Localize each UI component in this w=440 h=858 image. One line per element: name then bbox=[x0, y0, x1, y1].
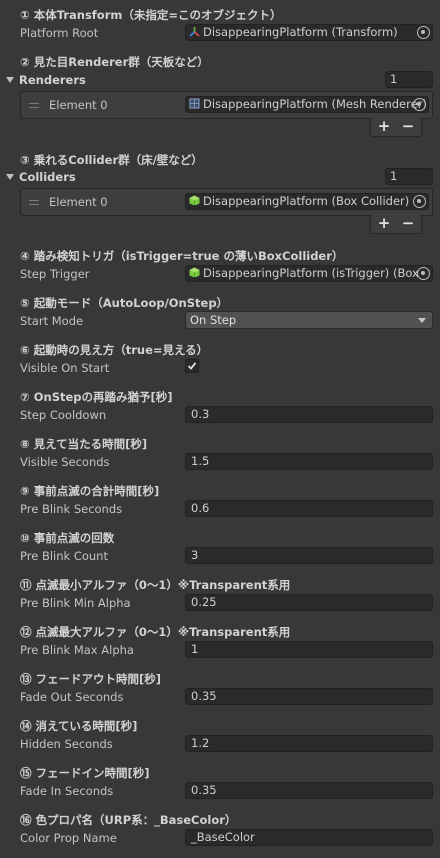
label-fade-out-seconds: Fade Out Seconds bbox=[20, 690, 124, 704]
header-pre-blink-seconds: ⑨ 事前点滅の合計時間[秒] bbox=[20, 484, 160, 498]
label-start-mode: Start Mode bbox=[20, 314, 84, 328]
header-color-prop-name: ⑯ 色プロパ名（URP系：_BaseColor） bbox=[20, 813, 237, 827]
label-pre-blink-seconds: Pre Blink Seconds bbox=[20, 502, 123, 516]
label-step-trigger: Step Trigger bbox=[20, 267, 90, 281]
header-pre-blink-max-alpha: ⑫ 点滅最大アルファ（0〜1）※Transparent系用 bbox=[20, 625, 291, 639]
renderers-list: Element 0 DisappearingPlatform (Mesh Ren… bbox=[20, 91, 433, 119]
renderers-element-0-field[interactable]: DisappearingPlatform (Mesh Renderer) bbox=[185, 96, 429, 113]
renderers-count-field[interactable]: 1 bbox=[385, 71, 433, 88]
platform-root-value: DisappearingPlatform (Transform) bbox=[203, 25, 398, 39]
start-mode-dropdown[interactable]: On Step bbox=[185, 311, 433, 329]
renderers-foldout-label: Renderers bbox=[19, 73, 86, 87]
label-pre-blink-min-alpha: Pre Blink Min Alpha bbox=[20, 596, 131, 610]
chevron-down-icon bbox=[418, 318, 426, 323]
colliders-list: Element 0 DisappearingPlatform (Box Coll… bbox=[20, 188, 433, 216]
colliders-element-0-value: DisappearingPlatform (Box Collider) bbox=[203, 194, 410, 208]
step-cooldown-field[interactable]: 0.3 bbox=[185, 406, 433, 423]
transform-axes-icon bbox=[189, 26, 200, 37]
header-platform-root: ① 本体Transform（未指定=このオブジェクト） bbox=[20, 8, 282, 22]
pre-blink-min-alpha-field[interactable]: 0.25 bbox=[185, 594, 433, 611]
header-fade-in-seconds: ⑮ フェードイン時間[秒] bbox=[20, 766, 150, 780]
green-cube-icon bbox=[189, 267, 200, 278]
pre-blink-seconds-field[interactable]: 0.6 bbox=[185, 500, 433, 517]
renderers-remove-button[interactable]: − bbox=[398, 117, 418, 135]
object-picker-icon[interactable] bbox=[413, 98, 426, 111]
header-renderers: ② 見た目Renderer群（天板など） bbox=[20, 55, 209, 69]
label-pre-blink-max-alpha: Pre Blink Max Alpha bbox=[20, 643, 134, 657]
drag-handle-icon[interactable] bbox=[29, 103, 39, 108]
renderers-add-remove: + − bbox=[370, 117, 422, 137]
label-step-cooldown: Step Cooldown bbox=[20, 408, 107, 422]
renderers-foldout[interactable]: Renderers bbox=[6, 73, 86, 87]
colliders-count-field[interactable]: 1 bbox=[385, 168, 433, 185]
checkmark-icon bbox=[187, 362, 197, 370]
colliders-add-button[interactable]: + bbox=[374, 214, 394, 232]
fade-in-seconds-field[interactable]: 0.35 bbox=[185, 782, 433, 799]
mesh-renderer-icon bbox=[189, 98, 200, 109]
header-step-trigger: ④ 踏み検知トリガ（isTrigger=true の薄いBoxCollider） bbox=[20, 249, 344, 263]
pre-blink-count-field[interactable]: 3 bbox=[185, 547, 433, 564]
pre-blink-max-alpha-field[interactable]: 1 bbox=[185, 641, 433, 658]
header-hidden-seconds: ⑭ 消えている時間[秒] bbox=[20, 719, 138, 733]
renderers-element-label: Element 0 bbox=[49, 98, 108, 112]
label-pre-blink-count: Pre Blink Count bbox=[20, 549, 108, 563]
renderers-element-0-value: DisappearingPlatform (Mesh Renderer) bbox=[203, 97, 427, 111]
step-trigger-field[interactable]: DisappearingPlatform (isTrigger) (Box bbox=[185, 265, 433, 282]
label-hidden-seconds: Hidden Seconds bbox=[20, 737, 113, 751]
color-prop-name-field[interactable]: _BaseColor bbox=[185, 829, 433, 846]
step-trigger-value: DisappearingPlatform (isTrigger) (Box bbox=[203, 266, 419, 280]
colliders-foldout[interactable]: Colliders bbox=[6, 170, 76, 184]
header-visible-seconds: ⑧ 見えて当たる時間[秒] bbox=[20, 437, 148, 451]
header-step-cooldown: ⑦ OnStepの再踏み猶予[秒] bbox=[20, 390, 173, 404]
label-fade-in-seconds: Fade In Seconds bbox=[20, 784, 114, 798]
header-pre-blink-min-alpha: ⑪ 点滅最小アルファ（0〜1）※Transparent系用 bbox=[20, 578, 291, 592]
visible-seconds-field[interactable]: 1.5 bbox=[185, 453, 433, 470]
header-visible-on-start: ⑥ 起動時の見え方（true=見える） bbox=[20, 343, 209, 357]
colliders-add-remove: + − bbox=[370, 214, 422, 234]
object-picker-icon[interactable] bbox=[417, 26, 430, 39]
header-colliders: ③ 乗れるCollider群（床/壁など） bbox=[20, 153, 203, 167]
colliders-remove-button[interactable]: − bbox=[398, 214, 418, 232]
platform-root-field[interactable]: DisappearingPlatform (Transform) bbox=[185, 24, 433, 41]
visible-on-start-checkbox[interactable] bbox=[185, 359, 199, 373]
object-picker-icon[interactable] bbox=[413, 195, 426, 208]
label-visible-on-start: Visible On Start bbox=[20, 361, 110, 375]
colliders-element-0-field[interactable]: DisappearingPlatform (Box Collider) bbox=[185, 193, 429, 210]
hidden-seconds-field[interactable]: 1.2 bbox=[185, 735, 433, 752]
foldout-arrow-icon bbox=[6, 77, 14, 83]
drag-handle-icon[interactable] bbox=[29, 200, 39, 205]
header-pre-blink-count: ⑩ 事前点滅の回数 bbox=[20, 531, 115, 545]
fade-out-seconds-field[interactable]: 0.35 bbox=[185, 688, 433, 705]
renderers-add-button[interactable]: + bbox=[374, 117, 394, 135]
label-platform-root: Platform Root bbox=[20, 26, 99, 40]
colliders-element-label: Element 0 bbox=[49, 195, 108, 209]
start-mode-value: On Step bbox=[190, 313, 237, 327]
foldout-arrow-icon bbox=[6, 174, 14, 180]
label-visible-seconds: Visible Seconds bbox=[20, 455, 110, 469]
header-fade-out-seconds: ⑬ フェードアウト時間[秒] bbox=[20, 672, 162, 686]
object-picker-icon[interactable] bbox=[417, 267, 430, 280]
label-color-prop-name: Color Prop Name bbox=[20, 831, 117, 845]
colliders-foldout-label: Colliders bbox=[19, 170, 76, 184]
green-cube-icon bbox=[189, 195, 200, 206]
header-start-mode: ⑤ 起動モード（AutoLoop/OnStep） bbox=[20, 296, 229, 310]
